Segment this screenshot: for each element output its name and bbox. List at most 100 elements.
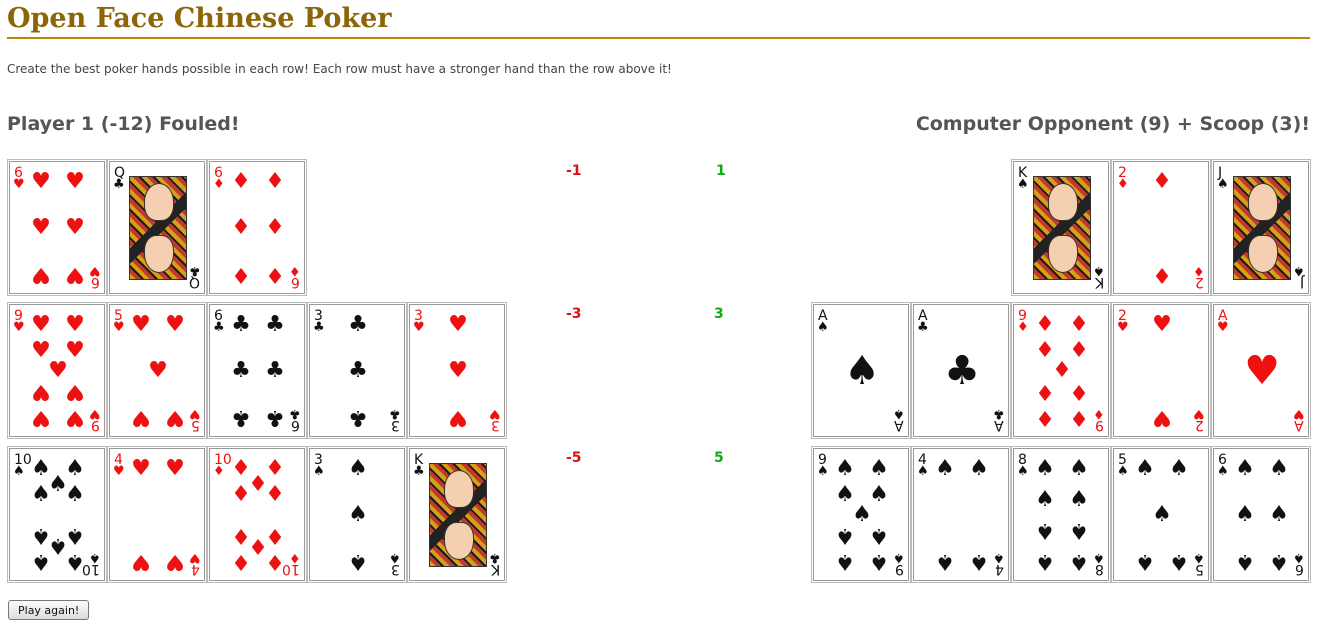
spades-pip-icon: ♠: [835, 549, 855, 574]
instructions-text: Create the best poker hands possible in …: [7, 62, 672, 76]
spades-icon: ♠: [1293, 550, 1305, 565]
hearts-icon: ♥: [189, 406, 201, 421]
play-again-button[interactable]: Play again!: [8, 600, 90, 620]
spades-pip-icon: ♠: [1269, 549, 1289, 574]
spades-pip-icon: ♠: [1035, 456, 1055, 481]
spades-pip-icon: ♠: [348, 502, 368, 527]
diamonds-pip-icon: ♦: [231, 169, 251, 194]
card-6-of-hearts: 6 ♥ 6 ♥ ♥ ♥ ♥ ♥ ♥ ♥: [9, 161, 105, 294]
card-2-of-diamonds: 2 ♦ 2 ♦ ♦ ♦: [1113, 161, 1209, 294]
diamonds-pip-icon: ♦: [231, 482, 251, 507]
hearts-icon: ♥: [489, 406, 501, 421]
hearts-icon: ♥: [1217, 320, 1229, 335]
diamonds-pip-icon: ♦: [265, 169, 285, 194]
spades-pip-icon: ♠: [1135, 456, 1155, 481]
spades-icon: ♠: [1117, 464, 1129, 479]
clubs-pip-icon: ♣: [265, 358, 285, 383]
card-6-of-clubs: 6 ♣ 6 ♣ ♣ ♣ ♣ ♣ ♣ ♣: [209, 304, 305, 437]
clubs-pip-icon: ♣: [944, 348, 980, 394]
diamonds-pip-icon: ♦: [231, 549, 251, 574]
hearts-icon: ♥: [189, 550, 201, 565]
hearts-pip-icon: ♥: [131, 312, 151, 337]
spades-icon: ♠: [1293, 263, 1305, 278]
spades-pip-icon: ♠: [869, 549, 889, 574]
hearts-pip-icon: ♥: [165, 456, 185, 481]
card-5-of-hearts: 5 ♥ 5 ♥ ♥ ♥ ♥ ♥ ♥: [109, 304, 205, 437]
spades-pip-icon: ♠: [1069, 487, 1089, 512]
hearts-icon: ♥: [1293, 406, 1305, 421]
diamonds-icon: ♦: [1193, 263, 1205, 278]
hearts-pip-icon: ♥: [31, 169, 51, 194]
face-card-portrait-icon: [1033, 176, 1091, 280]
diamonds-pip-icon: ♦: [1069, 379, 1089, 404]
card-9-of-spades: 9 ♠ 9 ♠ ♠ ♠ ♠ ♠ ♠ ♠ ♠ ♠ ♠: [813, 448, 909, 581]
card-q-of-clubs: Q ♣ Q ♣: [109, 161, 205, 294]
hearts-pip-icon: ♥: [65, 338, 85, 363]
hearts-pip-icon: ♥: [1244, 348, 1280, 394]
clubs-pip-icon: ♣: [265, 405, 285, 430]
spades-icon: ♠: [389, 550, 401, 565]
spades-pip-icon: ♠: [1069, 549, 1089, 574]
player1-score-middle: -3: [566, 306, 582, 322]
clubs-icon: ♣: [113, 177, 125, 192]
diamonds-pip-icon: ♦: [265, 215, 285, 240]
hearts-pip-icon: ♥: [31, 379, 51, 404]
card-a-of-clubs: A ♣ A ♣ ♣: [913, 304, 1009, 437]
hearts-pip-icon: ♥: [31, 215, 51, 240]
card-6-of-diamonds: 6 ♦ 6 ♦ ♦ ♦ ♦ ♦ ♦ ♦: [209, 161, 305, 294]
player1-heading: Player 1 (-12) Fouled!: [7, 113, 240, 135]
clubs-icon: ♣: [189, 263, 201, 278]
diamonds-pip-icon: ♦: [1069, 405, 1089, 430]
spades-pip-icon: ♠: [1169, 456, 1189, 481]
spades-pip-icon: ♠: [935, 456, 955, 481]
hearts-icon: ♥: [89, 263, 101, 278]
spades-icon: ♠: [817, 464, 829, 479]
hearts-pip-icon: ♥: [448, 312, 468, 337]
spades-pip-icon: ♠: [1135, 549, 1155, 574]
hearts-pip-icon: ♥: [131, 405, 151, 430]
card-9-of-diamonds: 9 ♦ 9 ♦ ♦ ♦ ♦ ♦ ♦ ♦ ♦ ♦ ♦: [1013, 304, 1109, 437]
diamonds-icon: ♦: [1017, 320, 1029, 335]
card-3-of-spades: 3 ♠ 3 ♠ ♠ ♠ ♠: [309, 448, 405, 581]
spades-pip-icon: ♠: [348, 549, 368, 574]
card-9-of-hearts: 9 ♥ 9 ♥ ♥ ♥ ♥ ♥ ♥ ♥ ♥ ♥ ♥: [9, 304, 105, 437]
spades-pip-icon: ♠: [1069, 518, 1089, 543]
spades-icon: ♠: [1017, 177, 1029, 192]
player1-score-bottom: -5: [566, 450, 582, 466]
hearts-icon: ♥: [113, 464, 125, 479]
opponent-score-middle: 3: [714, 306, 724, 322]
diamonds-pip-icon: ♦: [265, 456, 285, 481]
hearts-icon: ♥: [1117, 320, 1129, 335]
card-a-of-spades: A ♠ A ♠ ♠: [813, 304, 909, 437]
card-10-of-spades: 10 ♠ 10 ♠ ♠ ♠ ♠ ♠ ♠ ♠ ♠ ♠ ♠ ♠: [9, 448, 105, 581]
spades-pip-icon: ♠: [869, 523, 889, 548]
clubs-pip-icon: ♣: [348, 312, 368, 337]
diamonds-icon: ♦: [1093, 406, 1105, 421]
spades-icon: ♠: [1093, 550, 1105, 565]
diamonds-pip-icon: ♦: [1069, 312, 1089, 337]
clubs-pip-icon: ♣: [265, 312, 285, 337]
spades-pip-icon: ♠: [969, 549, 989, 574]
face-card-portrait-icon: [429, 463, 487, 567]
card-4-of-hearts: 4 ♥ 4 ♥ ♥ ♥ ♥ ♥: [109, 448, 205, 581]
face-card-portrait-icon: [1233, 176, 1291, 280]
clubs-pip-icon: ♣: [348, 405, 368, 430]
spades-icon: ♠: [1017, 464, 1029, 479]
hearts-pip-icon: ♥: [65, 169, 85, 194]
hearts-pip-icon: ♥: [65, 379, 85, 404]
diamonds-icon: ♦: [213, 177, 225, 192]
hearts-icon: ♥: [113, 320, 125, 335]
hearts-pip-icon: ♥: [165, 312, 185, 337]
spades-icon: ♠: [313, 464, 325, 479]
hearts-pip-icon: ♥: [1152, 405, 1172, 430]
opponent-heading: Computer Opponent (9) + Scoop (3)!: [915, 113, 1310, 135]
hearts-pip-icon: ♥: [31, 312, 51, 337]
hearts-pip-icon: ♥: [65, 262, 85, 287]
spades-icon: ♠: [993, 550, 1005, 565]
spades-pip-icon: ♠: [1035, 487, 1055, 512]
spades-pip-icon: ♠: [1235, 502, 1255, 527]
diamonds-icon: ♦: [1117, 177, 1129, 192]
hearts-pip-icon: ♥: [65, 215, 85, 240]
spades-pip-icon: ♠: [31, 482, 51, 507]
diamonds-icon: ♦: [289, 550, 301, 565]
